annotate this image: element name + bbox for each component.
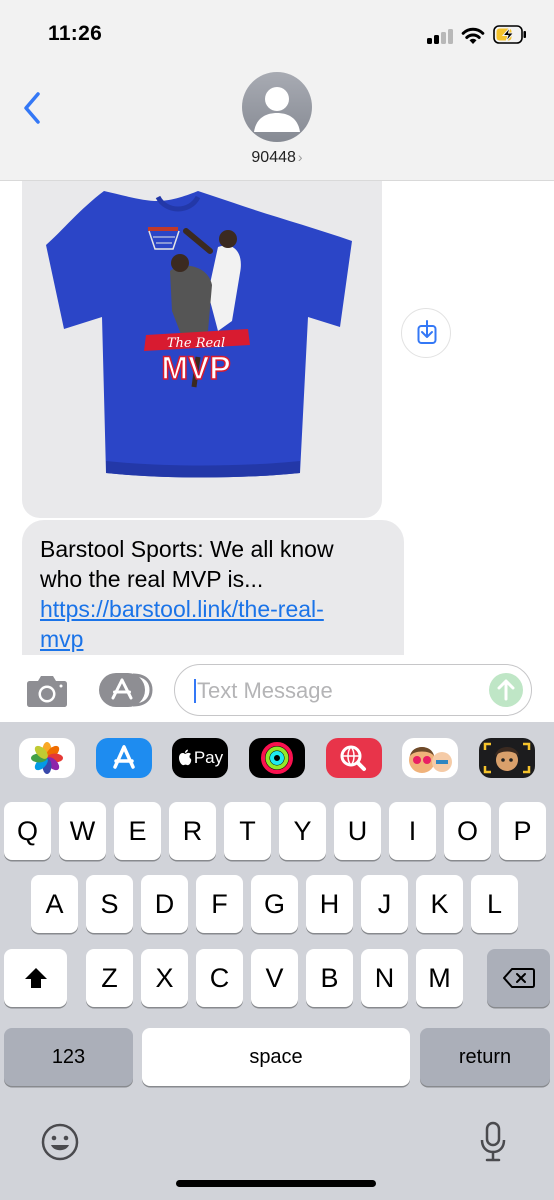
- apple-pay-button[interactable]: Pay: [172, 738, 228, 778]
- dictation-button[interactable]: [478, 1120, 508, 1169]
- person-icon: [254, 87, 300, 132]
- memoji-icon: [409, 747, 452, 773]
- app-store-icon: [113, 745, 135, 769]
- home-indicator[interactable]: [176, 1180, 376, 1187]
- camera-button[interactable]: [24, 673, 70, 709]
- key-e[interactable]: E: [114, 802, 161, 860]
- compose-bar: Text Message: [0, 655, 554, 722]
- shift-arrow-icon: [24, 968, 47, 988]
- memoji-stickers-icon: [483, 742, 531, 774]
- chevron-right-icon: ›: [297, 149, 303, 165]
- contact-number: 90448: [251, 149, 296, 166]
- key-c[interactable]: C: [196, 949, 243, 1007]
- message-input[interactable]: Text Message: [174, 664, 532, 716]
- message-link-continued[interactable]: mvp: [40, 624, 386, 654]
- key-s[interactable]: S: [86, 875, 133, 933]
- save-image-button[interactable]: [401, 308, 451, 358]
- memoji-button[interactable]: [402, 738, 458, 778]
- space-key[interactable]: space: [142, 1028, 410, 1086]
- key-k[interactable]: K: [416, 875, 463, 933]
- image-message-bubble[interactable]: The Real MVP: [22, 181, 382, 518]
- key-q[interactable]: Q: [4, 802, 51, 860]
- camera-icon: [27, 676, 67, 707]
- activity-icon: [261, 742, 293, 774]
- tshirt-image: The Real MVP: [46, 191, 352, 478]
- web-search-button[interactable]: [326, 738, 382, 778]
- battery-charging-icon: [493, 25, 527, 44]
- cellular-signal-icon: [427, 28, 455, 44]
- imessage-app-strip: Pay: [0, 722, 554, 796]
- web-search-icon: [340, 745, 366, 771]
- key-m[interactable]: M: [416, 949, 463, 1007]
- key-h[interactable]: H: [306, 875, 353, 933]
- photos-icon: [31, 742, 63, 774]
- photos-app-button[interactable]: [19, 738, 75, 778]
- download-icon: [417, 320, 437, 344]
- text-message-bubble[interactable]: Barstool Sports: We all know who the rea…: [22, 520, 404, 655]
- backspace-icon: [502, 968, 535, 988]
- key-a[interactable]: A: [31, 875, 78, 933]
- message-text-line: Barstool Sports: We all know: [40, 536, 334, 562]
- shift-key[interactable]: [4, 949, 67, 1007]
- apple-logo-icon: [178, 749, 192, 766]
- wifi-icon: [461, 25, 485, 45]
- activity-app-button[interactable]: [249, 738, 305, 778]
- key-f[interactable]: F: [196, 875, 243, 933]
- microphone-icon: [480, 1121, 506, 1162]
- key-l[interactable]: L: [471, 875, 518, 933]
- app-store-drawer-button[interactable]: [97, 671, 153, 709]
- delete-key[interactable]: [487, 949, 550, 1007]
- key-j[interactable]: J: [361, 875, 408, 933]
- key-p[interactable]: P: [499, 802, 546, 860]
- keyboard: Pay Q W E R T Y U I O P A S D F G H J K …: [0, 722, 554, 1200]
- conversation-header: 90448 ›: [0, 66, 554, 181]
- emoji-icon: [41, 1123, 79, 1161]
- status-time: 11:26: [48, 22, 103, 45]
- key-o[interactable]: O: [444, 802, 491, 860]
- key-x[interactable]: X: [141, 949, 188, 1007]
- message-text-line: who the real MVP is...: [40, 566, 264, 592]
- chevron-left-icon: [24, 92, 40, 124]
- message-list[interactable]: The Real MVP Barstool Sports: We all kno…: [0, 181, 554, 655]
- message-link[interactable]: https://barstool.link/the-real-: [40, 594, 386, 624]
- key-t[interactable]: T: [224, 802, 271, 860]
- return-key[interactable]: return: [420, 1028, 550, 1086]
- numbers-key[interactable]: 123: [4, 1028, 133, 1086]
- key-b[interactable]: B: [306, 949, 353, 1007]
- key-u[interactable]: U: [334, 802, 381, 860]
- text-cursor: [194, 679, 196, 703]
- emoji-keyboard-button[interactable]: [40, 1122, 80, 1167]
- key-r[interactable]: R: [169, 802, 216, 860]
- key-i[interactable]: I: [389, 802, 436, 860]
- key-z[interactable]: Z: [86, 949, 133, 1007]
- message-input-placeholder: Text Message: [197, 678, 333, 703]
- key-y[interactable]: Y: [279, 802, 326, 860]
- apple-pay-label: Pay: [193, 748, 224, 767]
- key-n[interactable]: N: [361, 949, 408, 1007]
- key-g[interactable]: G: [251, 875, 298, 933]
- key-v[interactable]: V: [251, 949, 298, 1007]
- status-bar: 11:26: [0, 0, 554, 66]
- app-store-icon: [99, 673, 153, 707]
- arrow-up-icon: [497, 679, 515, 701]
- contact-name[interactable]: 90448 ›: [0, 149, 554, 167]
- key-d[interactable]: D: [141, 875, 188, 933]
- memoji-stickers-button[interactable]: [479, 738, 535, 778]
- send-button[interactable]: [489, 673, 523, 707]
- contact-avatar[interactable]: [242, 72, 312, 142]
- svg-text:MVP: MVP: [161, 350, 230, 386]
- svg-text:The Real: The Real: [167, 336, 225, 351]
- key-w[interactable]: W: [59, 802, 106, 860]
- app-store-button[interactable]: [96, 738, 152, 778]
- back-button[interactable]: [18, 88, 48, 128]
